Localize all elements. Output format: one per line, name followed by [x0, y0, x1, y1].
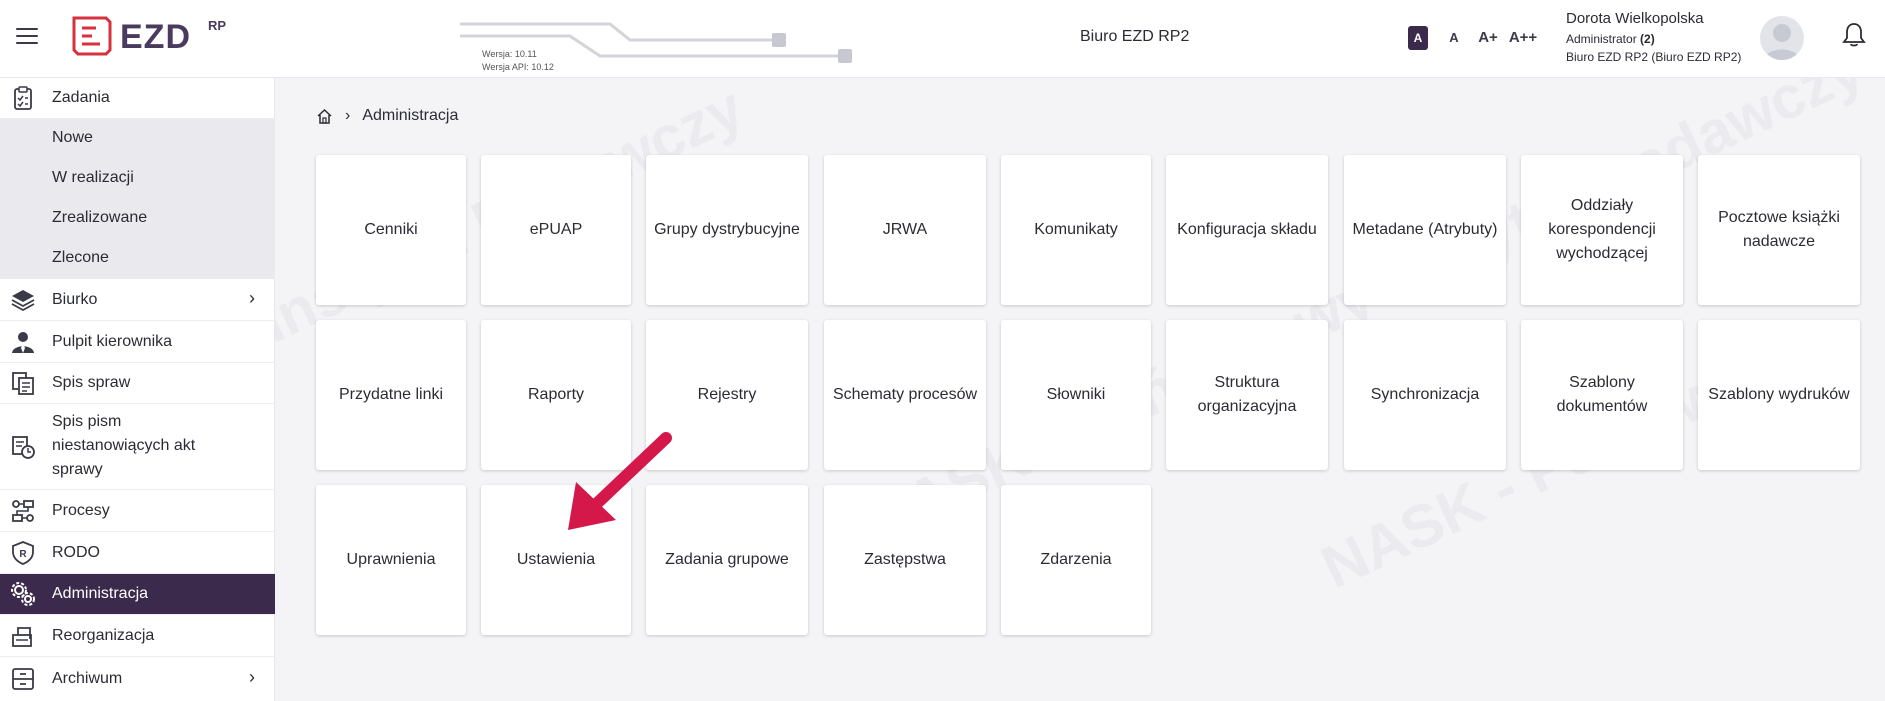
user-role-count: (2) — [1640, 32, 1655, 46]
sidebar-item-archiwum[interactable]: Archiwum › — [0, 657, 275, 701]
sidebar-item-rodo[interactable]: R RODO — [0, 532, 275, 574]
tile-przydatne-linki[interactable]: Przydatne linki — [316, 320, 466, 470]
files-icon — [12, 372, 34, 395]
user-name: Dorota Wielkopolska — [1566, 10, 1704, 27]
notification-bell-icon[interactable] — [1842, 22, 1866, 48]
sidebar-subitem-zlecone[interactable]: Zlecone — [0, 239, 275, 279]
sidebar-subitem-label: Zlecone — [52, 249, 109, 266]
tile-grupy-dystrybucyjne[interactable]: Grupy dystrybucyjne — [646, 155, 808, 305]
logo-text: EZD — [120, 18, 191, 56]
app-logo[interactable]: EZD RP — [70, 14, 240, 62]
sidebar-item-label: Procesy — [52, 502, 110, 519]
sidebar-item-label: Zadania — [52, 89, 110, 106]
tile-zdarzenia[interactable]: Zdarzenia — [1001, 485, 1151, 635]
sidebar-subitem-zrealizowane[interactable]: Zrealizowane — [0, 199, 275, 239]
sidebar-item-reorganizacja[interactable]: Reorganizacja — [0, 615, 275, 657]
tile-epuap[interactable]: ePUAP — [481, 155, 631, 305]
font-size-small-button[interactable]: A — [1446, 26, 1462, 50]
avatar[interactable] — [1760, 16, 1804, 60]
archive-icon — [12, 668, 34, 690]
tile-komunikaty[interactable]: Komunikaty — [1001, 155, 1151, 305]
sidebar-item-label: Reorganizacja — [52, 627, 155, 644]
sidebar-item-procesy[interactable]: Procesy — [0, 490, 275, 532]
sidebar-item-biurko[interactable]: Biurko › — [0, 279, 275, 321]
sidebar-item-label: Pulpit kierownika — [52, 333, 173, 350]
sidebar-item-zadania[interactable]: Zadania — [0, 78, 275, 119]
clipboard-icon — [14, 86, 32, 110]
logo-superscript: RP — [208, 18, 227, 33]
sidebar-item-label: Administracja — [52, 585, 149, 602]
manager-icon — [12, 332, 34, 353]
sidebar-subitem-label: W realizacji — [52, 169, 134, 186]
sidebar-item-spis-pism[interactable]: Spis pism niestanowiących akt sprawy — [0, 404, 275, 490]
home-icon[interactable] — [316, 108, 333, 125]
tile-zastepstwa[interactable]: Zastępstwa — [824, 485, 986, 635]
sidebar-item-spis-spraw[interactable]: Spis spraw — [0, 363, 275, 404]
shield-icon: R — [12, 541, 34, 565]
layers-icon — [11, 290, 35, 312]
sidebar-subitem-label: Nowe — [52, 129, 93, 146]
tile-raporty[interactable]: Raporty — [481, 320, 631, 470]
process-icon — [12, 500, 34, 522]
tile-schematy-procesow[interactable]: Schematy procesów — [824, 320, 986, 470]
sidebar-subitem-label: Zrealizowane — [52, 209, 148, 226]
top-header: EZD RP Wersja: 10.11 Wersja API: 10.12 B… — [0, 0, 1885, 78]
chevron-right-icon: › — [249, 288, 255, 308]
tile-jrwa[interactable]: JRWA — [824, 155, 986, 305]
breadcrumb-current: Administracja — [362, 107, 459, 124]
tile-oddzialy-korespondencji[interactable]: Oddziały korespondencji wychodzącej — [1521, 155, 1683, 305]
logo-mark-icon — [72, 16, 112, 56]
tile-uprawnienia[interactable]: Uprawnienia — [316, 485, 466, 635]
sidebar-item-pulpit-kierownika[interactable]: Pulpit kierownika — [0, 321, 275, 363]
sidebar-item-label: RODO — [52, 544, 100, 561]
sidebar-subitem-nowe[interactable]: Nowe — [0, 119, 275, 159]
reorganize-icon — [12, 627, 32, 647]
sidebar-item-label: Spis spraw — [52, 374, 131, 391]
version-label: Wersja: 10.11 — [482, 49, 537, 59]
chevron-right-icon: › — [249, 667, 255, 687]
tile-konfiguracja-skladu[interactable]: Konfiguracja składu — [1166, 155, 1328, 305]
tile-ustawienia[interactable]: Ustawienia — [481, 485, 631, 635]
sidebar-item-label: Archiwum — [52, 670, 123, 687]
api-version-label: Wersja API: 10.12 — [482, 62, 554, 72]
tile-struktura-organizacyjna[interactable]: Struktura organizacyjna — [1166, 320, 1328, 470]
tile-szablony-wydrukow[interactable]: Szablony wydruków — [1698, 320, 1860, 470]
user-role-label: Administrator — [1566, 32, 1637, 46]
tile-cenniki[interactable]: Cenniki — [316, 155, 466, 305]
sidebar-item-label: Biurko — [52, 291, 98, 308]
user-avatar-icon — [1764, 24, 1800, 60]
font-size-default-button[interactable]: A — [1408, 26, 1428, 50]
tile-synchronizacja[interactable]: Synchronizacja — [1344, 320, 1506, 470]
sidebar: Zadania Nowe W realizacji Zrealizowane Z… — [0, 78, 275, 701]
gears-icon — [11, 582, 35, 606]
font-size-large-button[interactable]: A+ — [1476, 26, 1500, 50]
sidebar-item-administracja[interactable]: Administracja — [0, 574, 275, 615]
sidebar-subitem-w-realizacji[interactable]: W realizacji — [0, 159, 275, 199]
breadcrumb-separator: › — [345, 107, 351, 124]
tile-szablony-dokumentow[interactable]: Szablony dokumentów — [1521, 320, 1683, 470]
tile-slowniki[interactable]: Słowniki — [1001, 320, 1151, 470]
app-title: Biuro EZD RP2 — [1080, 28, 1190, 45]
user-unit: Biuro EZD RP2 (Biuro EZD RP2) — [1566, 50, 1742, 64]
sidebar-item-label: Spis pism niestanowiących akt sprawy — [52, 413, 196, 478]
tile-zadania-grupowe[interactable]: Zadania grupowe — [646, 485, 808, 635]
documents-icon — [12, 436, 35, 459]
font-size-xlarge-button[interactable]: A++ — [1508, 26, 1538, 50]
tile-rejestry[interactable]: Rejestry — [646, 320, 808, 470]
user-role[interactable]: Administrator (2) — [1566, 32, 1655, 46]
svg-text:R: R — [19, 549, 27, 560]
hamburger-menu-icon[interactable] — [16, 28, 38, 46]
tile-metadane[interactable]: Metadane (Atrybuty) — [1344, 155, 1506, 305]
breadcrumb: › Administracja — [316, 106, 458, 126]
tile-pocztowe-ksiazki[interactable]: Pocztowe książki nadawcze — [1698, 155, 1860, 305]
